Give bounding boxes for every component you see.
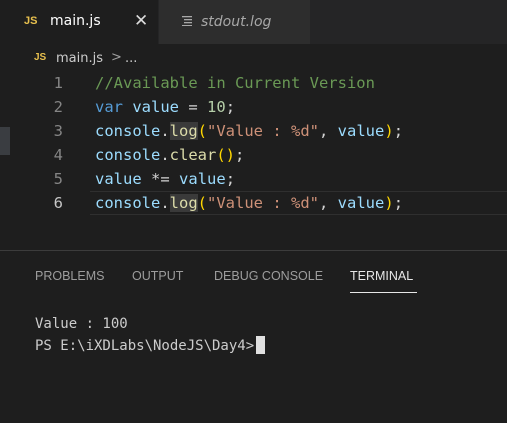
code-text: var value = 10;: [95, 98, 236, 116]
code-text: value *= value;: [95, 170, 236, 188]
terminal-prompt: PS E:\iXDLabs\NodeJS\Day4>: [35, 338, 255, 354]
editor-tab-bar: JS main.js ✕ stdout.log: [0, 0, 507, 44]
tab-terminal[interactable]: TERMINAL: [350, 269, 413, 283]
breadcrumb: JS main.js > ...: [0, 44, 507, 72]
code-text: console.log("Value : %d", value);: [95, 122, 404, 140]
code-text: //Available in Current Version: [95, 74, 375, 92]
tab-label: stdout.log: [201, 14, 272, 30]
tab-main-js[interactable]: JS main.js ✕: [0, 0, 158, 44]
close-icon[interactable]: ✕: [134, 11, 148, 31]
js-file-icon: JS: [24, 15, 38, 27]
bottom-panel: PROBLEMS OUTPUT DEBUG CONSOLE TERMINAL V…: [0, 250, 507, 423]
code-line[interactable]: 1 //Available in Current Version: [0, 72, 507, 96]
code-editor[interactable]: 1 //Available in Current Version 2 var v…: [0, 72, 507, 250]
code-line[interactable]: 2 var value = 10;: [0, 96, 507, 120]
text-file-icon: [182, 16, 192, 26]
breadcrumb-more[interactable]: ...: [125, 51, 137, 66]
code-line[interactable]: 4 console.clear();: [0, 144, 507, 168]
tab-debug-console[interactable]: DEBUG CONSOLE: [214, 269, 323, 283]
breadcrumb-file[interactable]: main.js: [56, 51, 103, 66]
code-text: console.log("Value : %d", value);: [95, 194, 404, 212]
code-text: console.clear();: [95, 146, 245, 164]
line-number: 4: [53, 146, 63, 164]
js-file-icon: JS: [34, 52, 47, 63]
terminal-output-line: Value : 100: [35, 316, 128, 332]
code-line[interactable]: 3 console.log("Value : %d", value);: [0, 120, 507, 144]
line-number: 5: [53, 170, 63, 188]
chevron-right-icon: >: [111, 50, 122, 65]
code-line-current[interactable]: 6 console.log("Value : %d", value);: [0, 192, 507, 216]
terminal-prompt-line[interactable]: PS E:\iXDLabs\NodeJS\Day4>: [35, 336, 266, 354]
line-number: 2: [53, 98, 63, 116]
terminal-cursor: [256, 336, 266, 354]
line-number: 3: [53, 122, 63, 140]
tab-label: main.js: [50, 13, 101, 29]
line-number: 1: [53, 74, 63, 92]
line-number: 6: [53, 194, 63, 212]
tab-problems[interactable]: PROBLEMS: [35, 269, 104, 283]
tab-output[interactable]: OUTPUT: [132, 269, 183, 283]
code-line[interactable]: 5 value *= value;: [0, 168, 507, 192]
tab-stdout-log[interactable]: stdout.log: [158, 0, 310, 44]
active-tab-indicator: [350, 292, 417, 293]
